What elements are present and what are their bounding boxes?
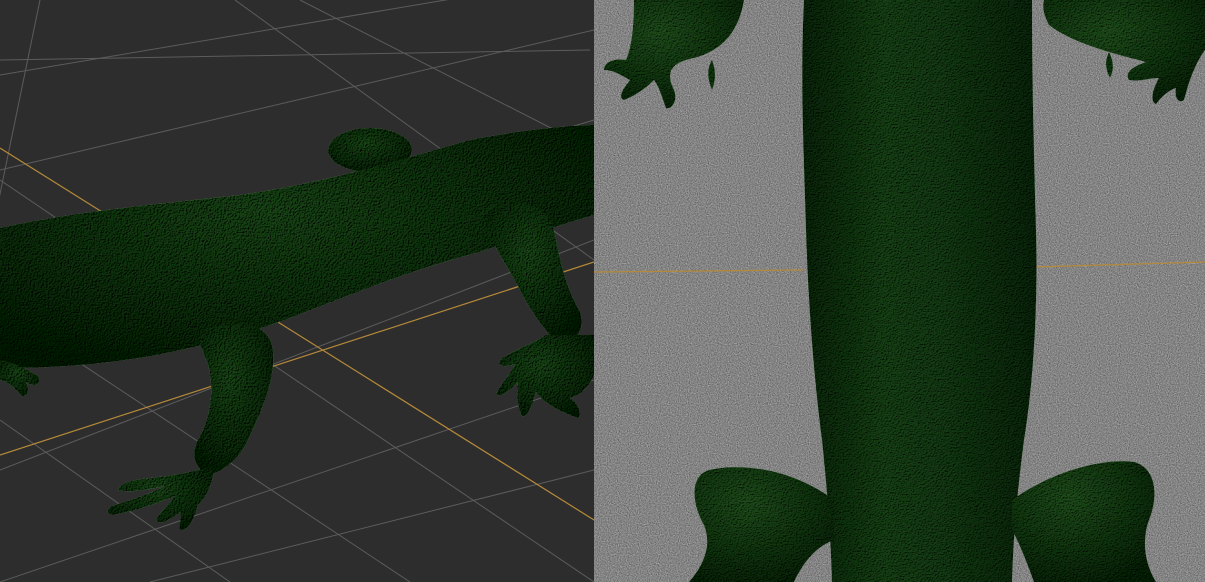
lizard-model[interactable]	[0, 125, 594, 530]
dual-viewport-workspace	[0, 0, 1205, 582]
perspective-scene	[0, 0, 594, 582]
top-scene	[594, 0, 1205, 582]
top-viewport[interactable]	[594, 0, 1205, 582]
perspective-viewport[interactable]	[0, 0, 594, 582]
